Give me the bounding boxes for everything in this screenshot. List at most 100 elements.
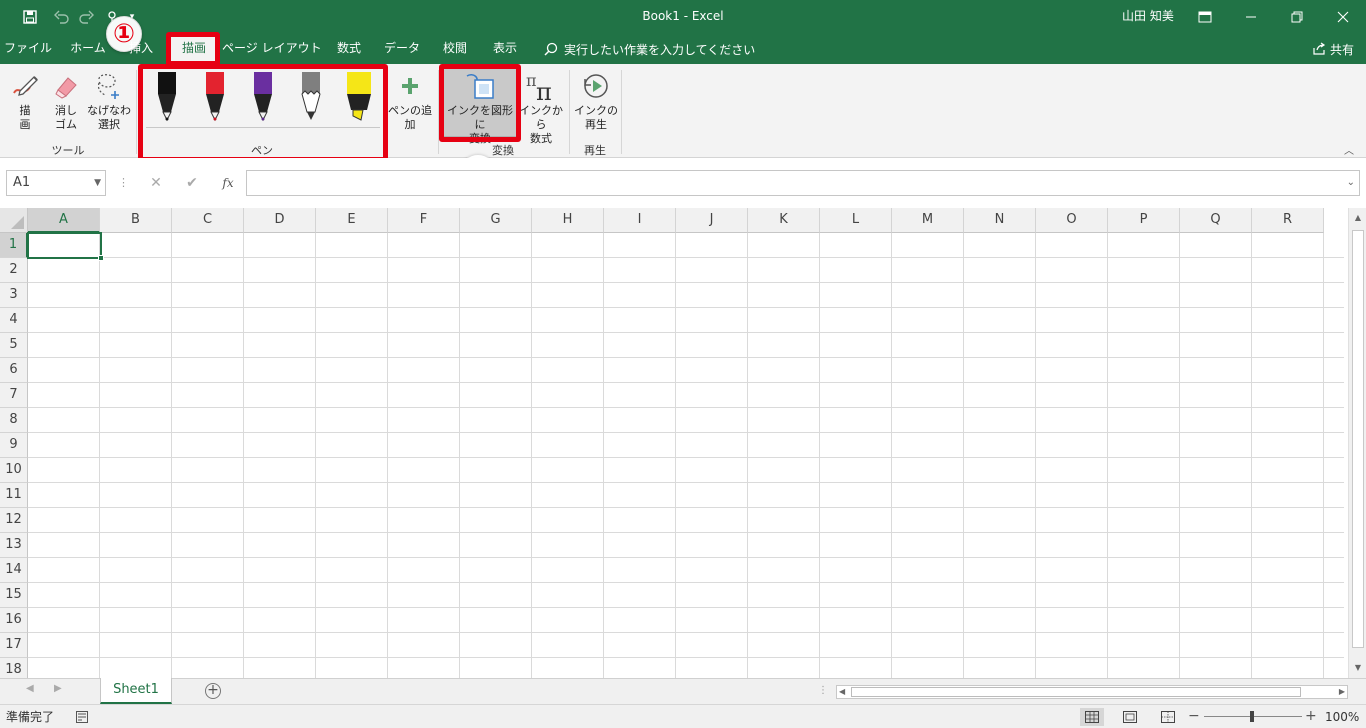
- lasso-select-button[interactable]: なげなわ 選択: [86, 68, 132, 132]
- row-header[interactable]: 9: [0, 433, 28, 458]
- ribbon-display-options-icon[interactable]: [1182, 0, 1228, 34]
- formula-input[interactable]: ⌄: [246, 170, 1360, 196]
- close-icon[interactable]: [1320, 0, 1366, 34]
- select-all-button[interactable]: [0, 208, 28, 233]
- add-pen-button[interactable]: ペンの追 加: [386, 68, 434, 132]
- row-header[interactable]: 3: [0, 283, 28, 308]
- column-header[interactable]: G: [460, 208, 532, 233]
- redo-icon[interactable]: [74, 5, 98, 29]
- cancel-icon[interactable]: ✕: [138, 175, 174, 191]
- insert-function-icon[interactable]: fx: [210, 176, 246, 190]
- column-header[interactable]: K: [748, 208, 820, 233]
- hscroll-resize-handle[interactable]: ⋮: [818, 685, 828, 696]
- tab-6[interactable]: データ: [376, 34, 428, 64]
- row-header[interactable]: 4: [0, 308, 28, 333]
- column-header[interactable]: R: [1252, 208, 1324, 233]
- column-header[interactable]: A: [28, 208, 100, 233]
- column-header[interactable]: D: [244, 208, 316, 233]
- column-header[interactable]: L: [820, 208, 892, 233]
- row-header[interactable]: 1: [0, 233, 28, 258]
- name-box[interactable]: A1 ▼: [6, 170, 106, 196]
- status-text: 準備完了: [6, 710, 55, 724]
- row-header[interactable]: 18: [0, 658, 28, 678]
- vertical-scroll-thumb[interactable]: [1352, 230, 1364, 648]
- row-header[interactable]: 8: [0, 408, 28, 433]
- ink-replay-button[interactable]: インクの 再生: [574, 68, 618, 132]
- row-header[interactable]: 2: [0, 258, 28, 283]
- scroll-up-icon[interactable]: ▲: [1349, 210, 1366, 226]
- zoom-in-icon[interactable]: +: [1305, 705, 1317, 727]
- row-header[interactable]: 15: [0, 583, 28, 608]
- row-header[interactable]: 16: [0, 608, 28, 633]
- column-header[interactable]: O: [1036, 208, 1108, 233]
- sheet-tab[interactable]: Sheet1: [100, 678, 172, 704]
- zoom-slider-thumb[interactable]: [1250, 711, 1254, 722]
- row-header[interactable]: 7: [0, 383, 28, 408]
- row-header[interactable]: 14: [0, 558, 28, 583]
- tab-7[interactable]: 校閲: [432, 34, 478, 64]
- ink-to-math-button[interactable]: ππ インクから 数式: [518, 68, 564, 146]
- save-icon[interactable]: [18, 5, 42, 29]
- undo-icon[interactable]: [50, 5, 74, 29]
- scroll-down-icon[interactable]: ▼: [1349, 660, 1366, 676]
- column-header[interactable]: M: [892, 208, 964, 233]
- row-header[interactable]: 5: [0, 333, 28, 358]
- column-header[interactable]: C: [172, 208, 244, 233]
- yellow-highlighter-icon[interactable]: [341, 70, 377, 126]
- row-header[interactable]: 12: [0, 508, 28, 533]
- column-header[interactable]: B: [100, 208, 172, 233]
- column-header[interactable]: H: [532, 208, 604, 233]
- share-button[interactable]: 共有: [1312, 34, 1354, 64]
- row-header[interactable]: 17: [0, 633, 28, 658]
- tab-5[interactable]: 数式: [326, 34, 372, 64]
- red-pen-icon[interactable]: [197, 70, 233, 126]
- restore-icon[interactable]: [1274, 0, 1320, 34]
- fill-handle[interactable]: [98, 255, 104, 261]
- horizontal-scrollbar[interactable]: ◀ ▶: [836, 685, 1348, 699]
- active-cell[interactable]: [27, 232, 104, 261]
- add-sheet-icon[interactable]: +: [205, 683, 221, 699]
- user-name[interactable]: 山田 知美: [1122, 0, 1174, 34]
- cell-area[interactable]: [28, 233, 1344, 678]
- column-header[interactable]: N: [964, 208, 1036, 233]
- check-icon[interactable]: ✔: [174, 175, 210, 191]
- next-sheet-icon[interactable]: ▶: [54, 683, 62, 694]
- page-break-view-icon[interactable]: [1156, 708, 1180, 726]
- column-header[interactable]: J: [676, 208, 748, 233]
- eraser-button[interactable]: 消し ゴム: [46, 68, 86, 132]
- collapse-ribbon-icon[interactable]: ︿: [1344, 142, 1354, 157]
- column-header[interactable]: P: [1108, 208, 1180, 233]
- scroll-left-icon[interactable]: ◀: [839, 686, 845, 698]
- black-pen-icon[interactable]: [149, 70, 185, 126]
- page-layout-view-icon[interactable]: [1118, 708, 1142, 726]
- formula-bar-resize-handle[interactable]: ⋮: [118, 176, 129, 189]
- tab-0[interactable]: ファイル: [0, 34, 56, 64]
- macro-record-icon[interactable]: [76, 711, 88, 726]
- column-header[interactable]: E: [316, 208, 388, 233]
- tab-3[interactable]: 描画: [170, 34, 218, 64]
- row-header[interactable]: 6: [0, 358, 28, 383]
- draw-button[interactable]: 描 画: [6, 68, 44, 132]
- tab-8[interactable]: 表示: [482, 34, 528, 64]
- column-header[interactable]: Q: [1180, 208, 1252, 233]
- column-header[interactable]: F: [388, 208, 460, 233]
- zoom-level[interactable]: 100%: [1325, 705, 1359, 728]
- purple-pen-icon[interactable]: [245, 70, 281, 126]
- horizontal-scroll-thumb[interactable]: [851, 687, 1301, 697]
- zoom-out-icon[interactable]: −: [1188, 705, 1200, 727]
- row-header[interactable]: 11: [0, 483, 28, 508]
- chevron-down-icon[interactable]: ▼: [94, 171, 101, 195]
- row-header[interactable]: 10: [0, 458, 28, 483]
- column-header[interactable]: I: [604, 208, 676, 233]
- prev-sheet-icon[interactable]: ◀: [26, 683, 34, 694]
- tab-4[interactable]: ページ レイアウト: [222, 34, 322, 64]
- minimize-icon[interactable]: [1228, 0, 1274, 34]
- gray-pencil-icon[interactable]: [293, 70, 329, 126]
- vertical-scrollbar[interactable]: ▲ ▼: [1348, 208, 1366, 678]
- expand-formula-bar-icon[interactable]: ⌄: [1347, 177, 1355, 188]
- ink-to-shape-button[interactable]: インクを図形に 変換: [443, 67, 517, 145]
- normal-view-icon[interactable]: [1080, 708, 1104, 726]
- row-header[interactable]: 13: [0, 533, 28, 558]
- scroll-right-icon[interactable]: ▶: [1339, 686, 1345, 698]
- tell-me-box[interactable]: 実行したい作業を入力してください: [544, 34, 755, 64]
